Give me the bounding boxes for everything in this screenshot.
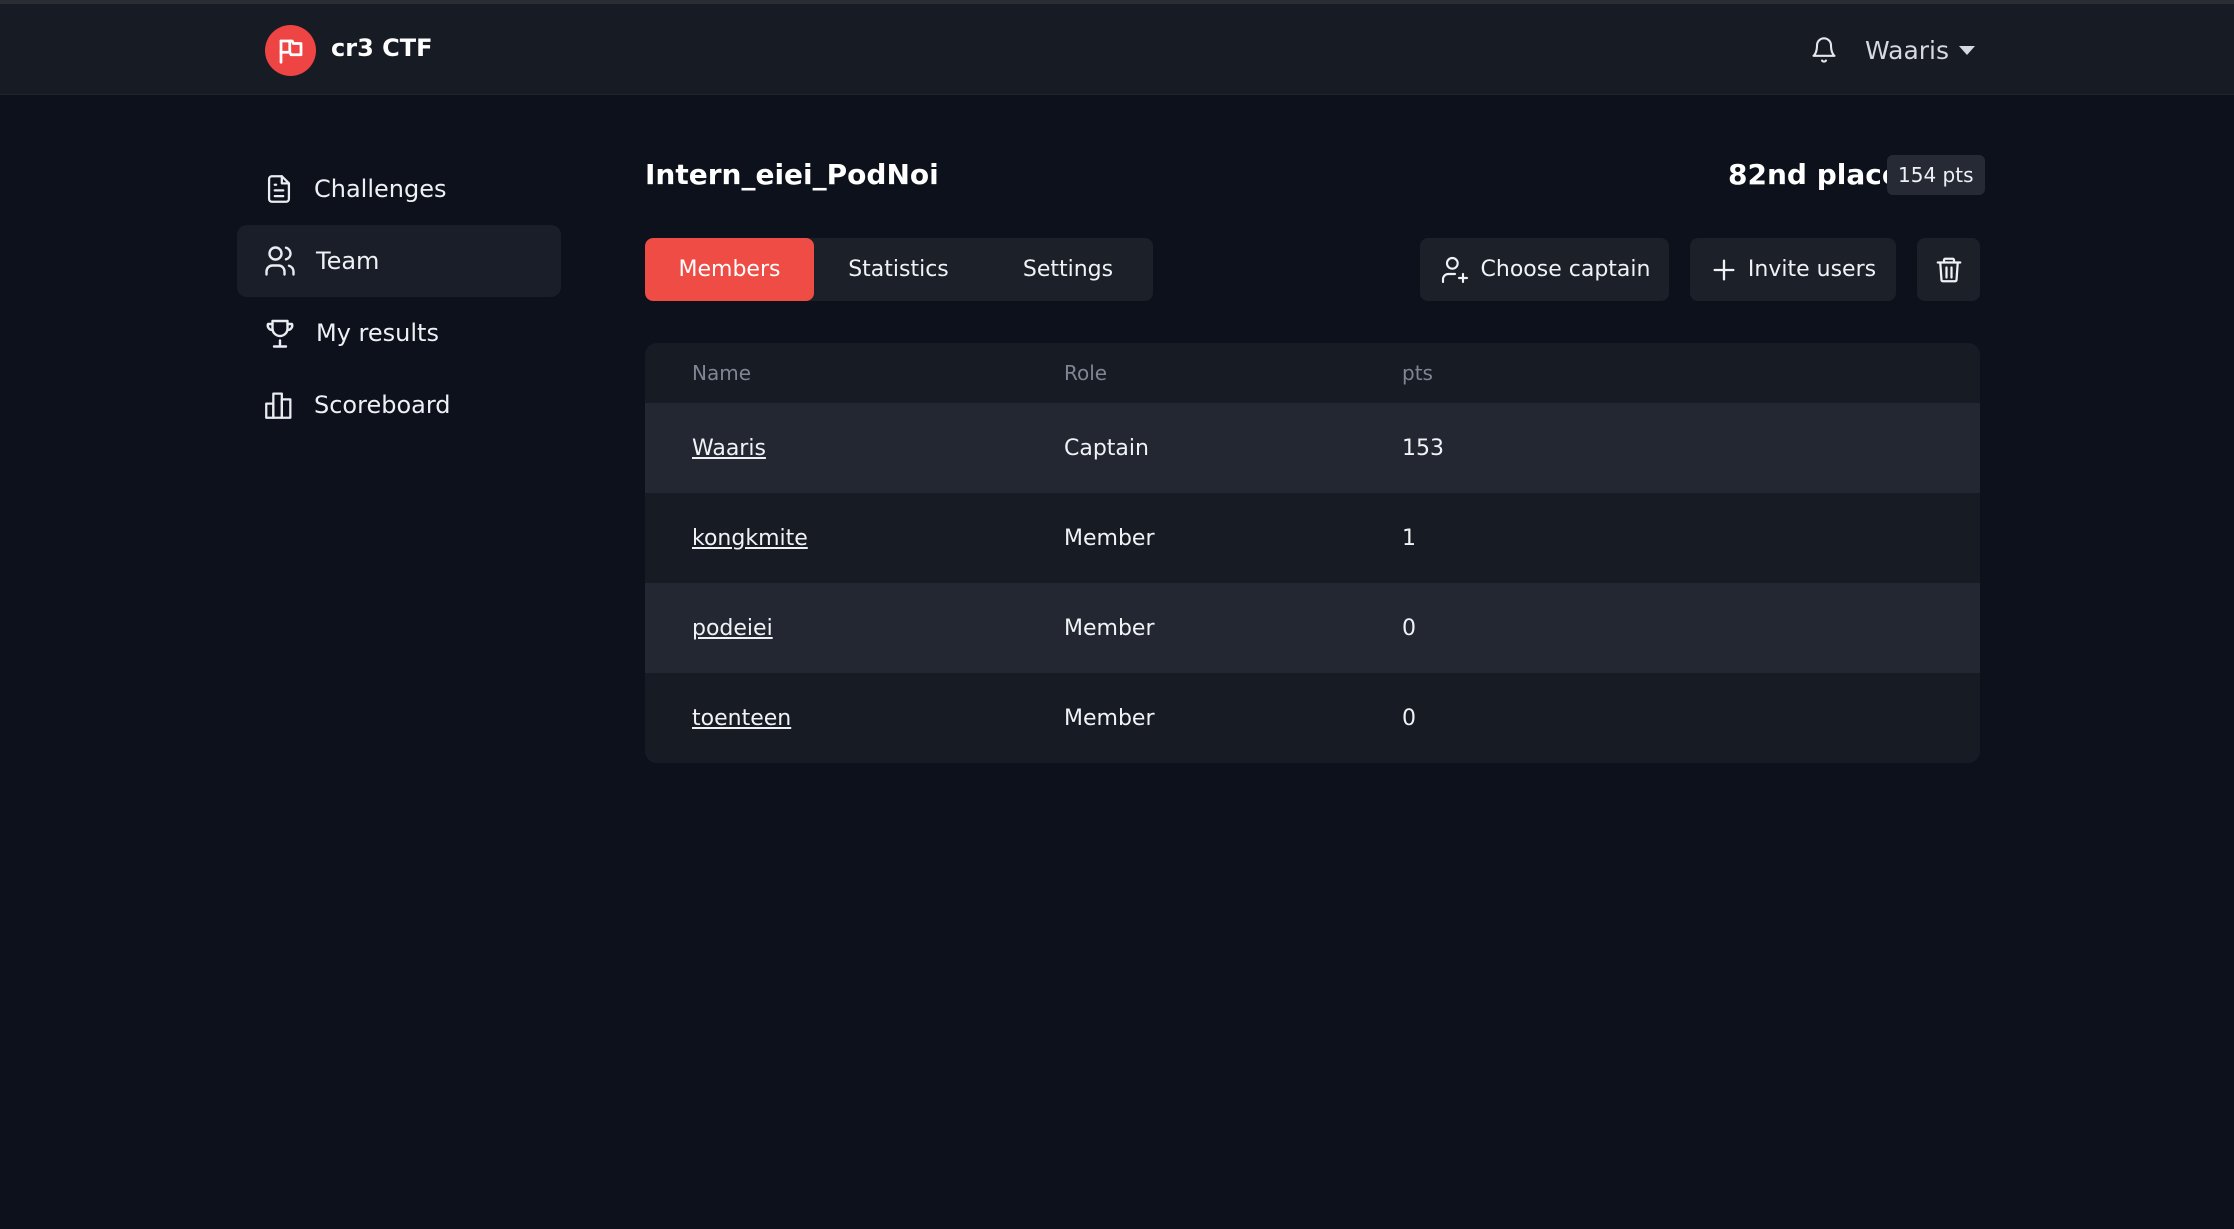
sidebar-item-label: Team xyxy=(316,247,380,275)
member-name-link[interactable]: podeiei xyxy=(692,616,773,641)
members-table: Name Role pts Waaris Captain 153 kongkmi… xyxy=(645,343,1980,763)
trophy-icon xyxy=(266,319,294,348)
sidebar-item-team[interactable]: Team xyxy=(237,225,561,297)
team-tabs: Members Statistics Settings xyxy=(645,238,1153,301)
member-points: 153 xyxy=(1402,435,1444,461)
sidebar-item-label: Scoreboard xyxy=(314,391,451,419)
trash-icon xyxy=(1936,257,1961,282)
choose-captain-label: Choose captain xyxy=(1480,257,1651,282)
member-name-link[interactable]: toenteen xyxy=(692,706,791,731)
sidebar-item-my-results[interactable]: My results xyxy=(237,297,561,369)
logo[interactable] xyxy=(265,25,316,76)
team-points-badge: 154 pts xyxy=(1887,155,1985,195)
member-name-link[interactable]: Waaris xyxy=(692,436,766,461)
column-header-pts: pts xyxy=(1402,361,1433,385)
member-points: 0 xyxy=(1402,705,1416,731)
user-menu[interactable]: Waaris xyxy=(1865,34,1976,66)
column-header-role: Role xyxy=(1064,361,1108,385)
table-row: kongkmite Member 1 xyxy=(645,493,1980,583)
tab-statistics[interactable]: Statistics xyxy=(814,238,983,301)
sidebar-item-label: My results xyxy=(316,319,439,347)
caret-down-icon xyxy=(1959,45,1976,55)
table-header: Name Role pts xyxy=(645,343,1980,403)
member-points: 1 xyxy=(1402,525,1416,551)
brand-name[interactable]: cr3 CTF xyxy=(331,34,433,62)
bar-chart-icon xyxy=(265,392,292,419)
bell-icon xyxy=(1812,37,1836,63)
table-row: Waaris Captain 153 xyxy=(645,403,1980,493)
invite-users-label: Invite users xyxy=(1747,257,1877,282)
delete-team-button[interactable] xyxy=(1917,238,1980,301)
member-role: Member xyxy=(1064,525,1155,551)
choose-captain-button[interactable]: Choose captain xyxy=(1420,238,1669,301)
top-navbar: cr3 CTF Waaris xyxy=(0,4,2234,95)
notifications-button[interactable] xyxy=(1809,34,1839,66)
sidebar: Challenges Team My results Scoreboard xyxy=(237,153,561,441)
member-role: Captain xyxy=(1064,435,1149,461)
table-row: toenteen Member 0 xyxy=(645,673,1980,763)
member-role: Member xyxy=(1064,615,1155,641)
team-name: Intern_eiei_PodNoi xyxy=(645,158,939,191)
column-header-name: Name xyxy=(692,361,752,385)
user-plus-icon xyxy=(1441,256,1468,283)
member-points: 0 xyxy=(1402,615,1416,641)
sidebar-item-label: Challenges xyxy=(314,175,447,203)
table-row: podeiei Member 0 xyxy=(645,583,1980,673)
tab-members[interactable]: Members xyxy=(645,238,814,301)
username: Waaris xyxy=(1865,35,1950,65)
sidebar-item-challenges[interactable]: Challenges xyxy=(237,153,561,225)
users-icon xyxy=(265,246,295,276)
plus-icon xyxy=(1713,259,1735,280)
member-role: Member xyxy=(1064,705,1155,731)
sidebar-item-scoreboard[interactable]: Scoreboard xyxy=(237,369,561,441)
invite-users-button[interactable]: Invite users xyxy=(1690,238,1896,301)
document-icon xyxy=(267,175,291,203)
flag-icon xyxy=(279,39,302,64)
member-name-link[interactable]: kongkmite xyxy=(692,526,808,551)
team-place: 82nd place xyxy=(1728,158,1901,191)
tab-settings[interactable]: Settings xyxy=(983,238,1153,301)
